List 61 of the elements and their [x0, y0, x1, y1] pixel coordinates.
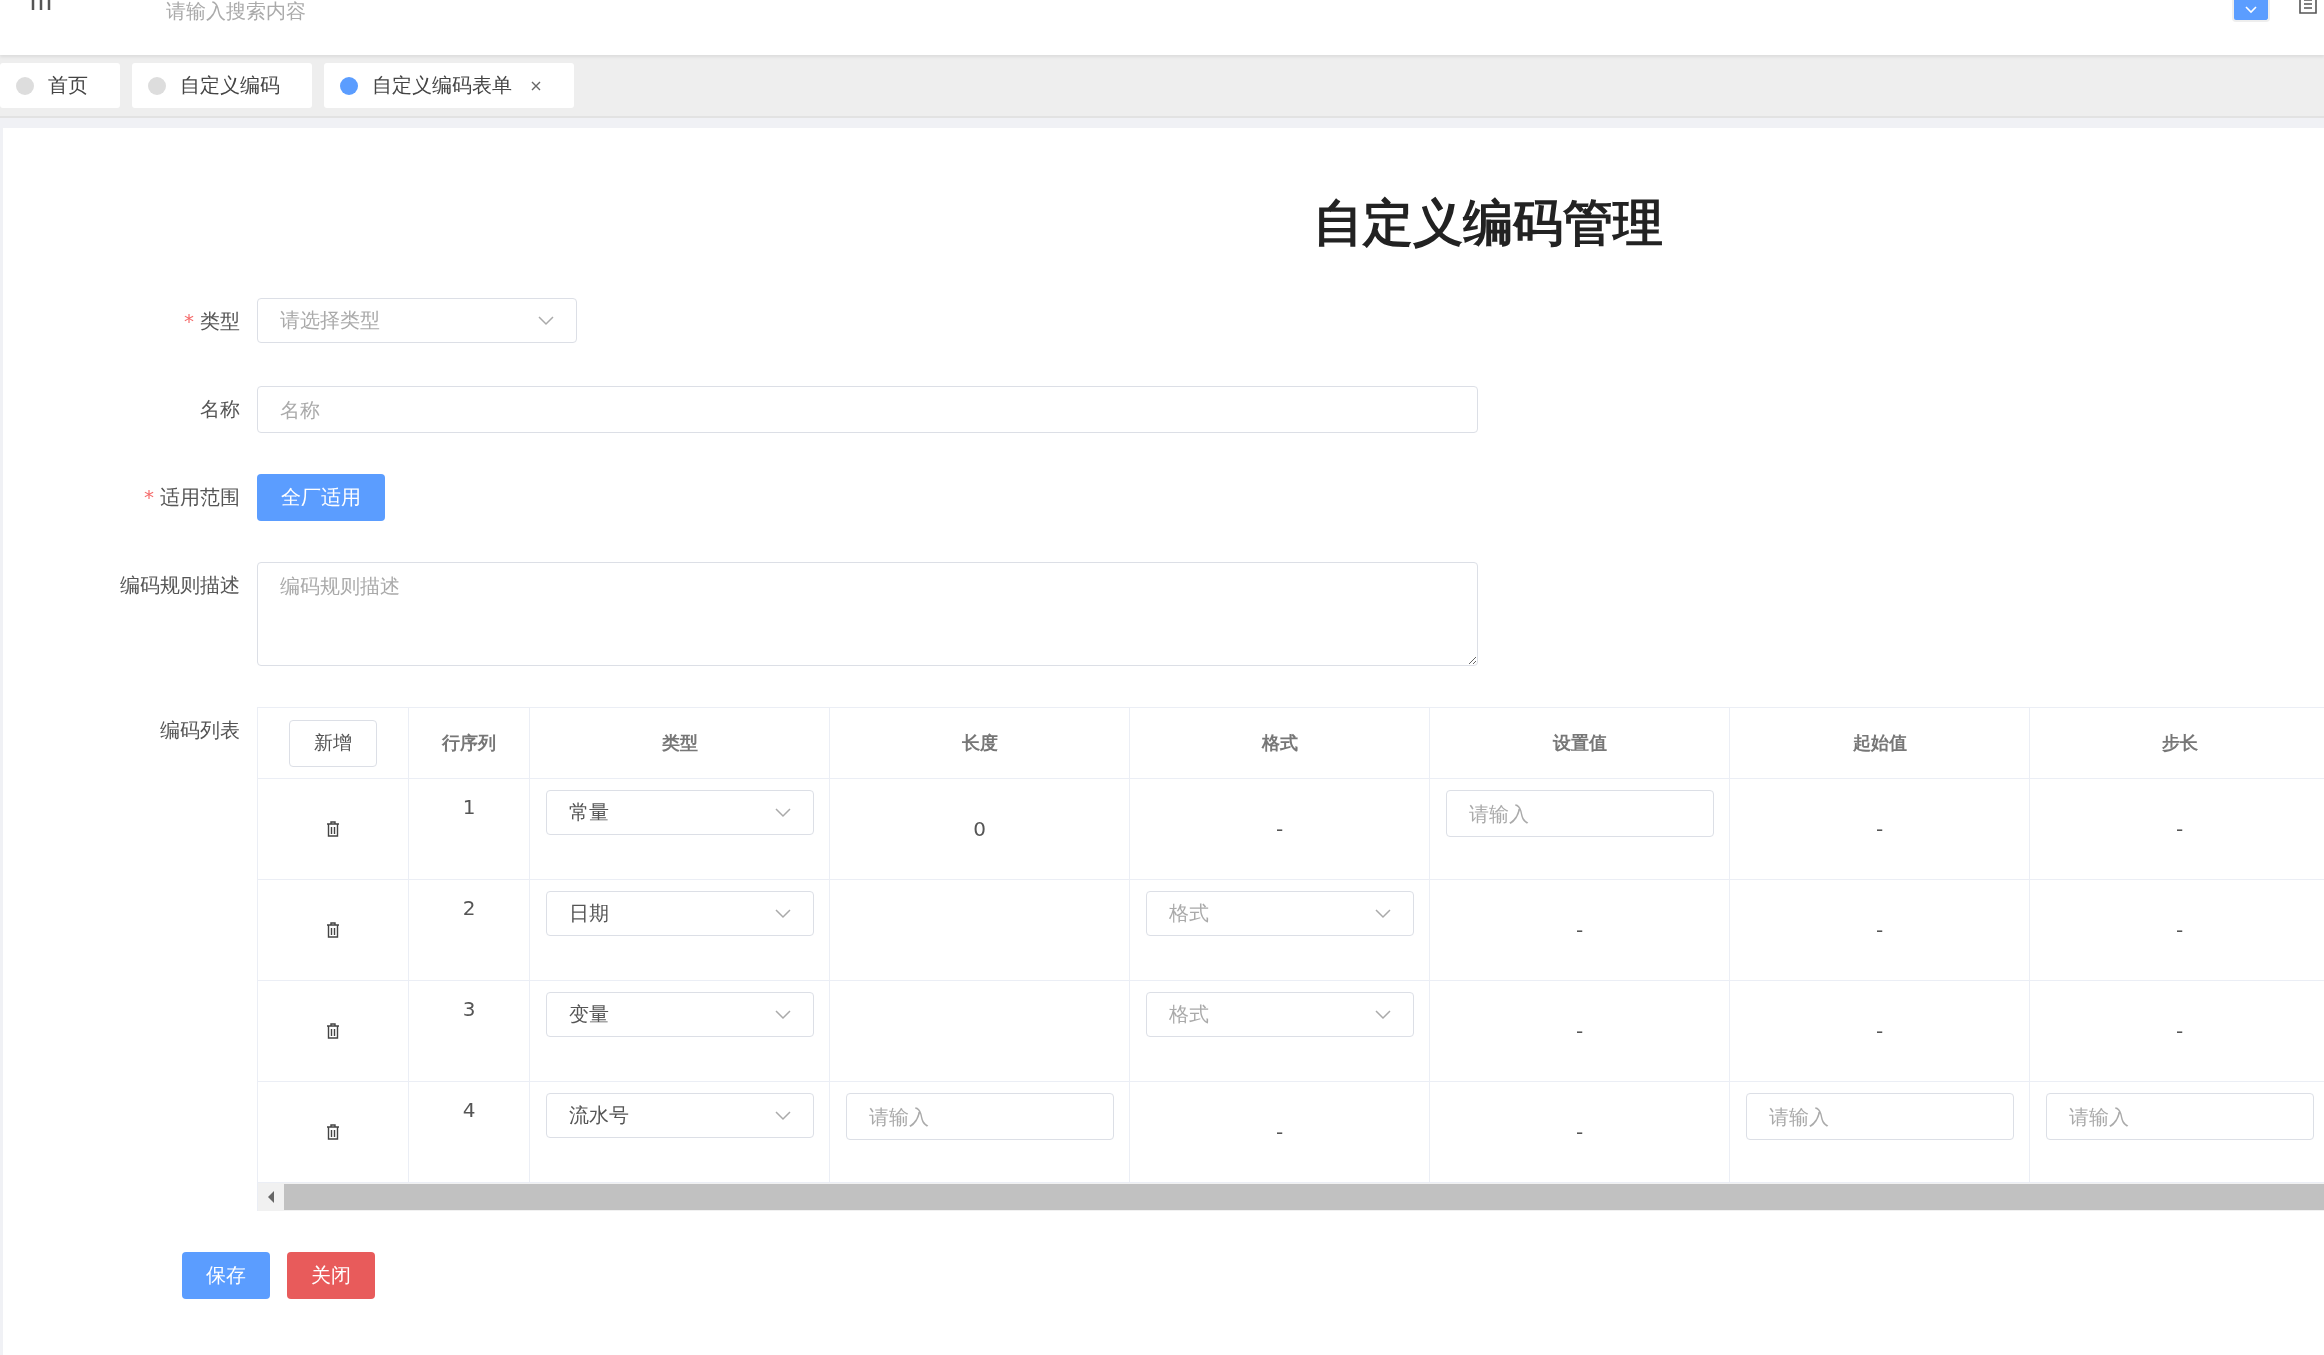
column-header: 步长: [2161, 731, 2198, 755]
input-field[interactable]: 请输入: [845, 1093, 1114, 1140]
trash-icon[interactable]: [326, 922, 340, 938]
field-label: 名称: [200, 397, 240, 421]
trash-icon[interactable]: [326, 821, 340, 837]
chevron-down-icon: [774, 908, 791, 919]
table-cell: -: [1275, 817, 1284, 841]
type-select[interactable]: 日期: [545, 891, 814, 936]
chevron-down-icon: [774, 1009, 791, 1020]
table-cell: -: [1875, 1019, 1884, 1043]
row-number: 1: [462, 795, 476, 819]
row-number: 4: [462, 1098, 476, 1122]
table-cell: -: [1575, 1019, 1584, 1043]
tab[interactable]: 首页: [0, 63, 120, 108]
row-number: 2: [462, 896, 476, 920]
required-mark: *: [144, 485, 154, 509]
search-field[interactable]: 请输入搜索内容: [164, 0, 468, 24]
column-header: 类型: [661, 731, 698, 755]
chevron-down-icon: [2243, 5, 2259, 15]
horizontal-scrollbar[interactable]: [258, 1183, 2324, 1211]
description-field[interactable]: 编码规则描述: [257, 562, 1478, 666]
tab[interactable]: 自定义编码表单: [324, 63, 574, 108]
row-number: 3: [462, 997, 476, 1021]
add-button[interactable]: 新增: [289, 719, 377, 767]
column-header: 设置值: [1552, 731, 1607, 755]
table-cell: -: [2175, 817, 2184, 841]
chevron-down-icon: [774, 1110, 791, 1121]
scroll-left-icon[interactable]: [266, 1190, 276, 1204]
field-label: 编码列表: [159, 717, 241, 744]
input-field[interactable]: 请输入: [1745, 1093, 2014, 1140]
chevron-down-icon: [1374, 908, 1391, 919]
trash-icon[interactable]: [326, 1023, 340, 1039]
type-select[interactable]: 常量: [545, 790, 814, 835]
column-header: 起始值: [1852, 731, 1907, 755]
chevron-down-icon: [774, 807, 791, 818]
table-cell: -: [1875, 918, 1884, 942]
page-title: 自定义编码管理: [1313, 193, 1664, 254]
type-select[interactable]: 变量: [545, 992, 814, 1037]
trash-icon[interactable]: [326, 1124, 340, 1140]
close-icon[interactable]: [530, 79, 542, 92]
field-label: 编码规则描述: [120, 573, 240, 597]
chevron-down-icon: [1374, 1009, 1391, 1020]
table-cell: -: [2175, 918, 2184, 942]
table-cell: 0: [973, 817, 986, 841]
table-cell: -: [2175, 1019, 2184, 1043]
field-label: 类型: [200, 309, 240, 333]
input-field[interactable]: 请输入: [2045, 1093, 2314, 1140]
field-label: 适用范围: [160, 485, 240, 509]
name-field[interactable]: 名称: [257, 386, 1478, 433]
column-header: 行序列: [442, 731, 496, 755]
input-field[interactable]: 请输入: [1445, 790, 1714, 837]
column-header: 格式: [1261, 731, 1298, 755]
column-header: 长度: [961, 731, 998, 755]
table-cell: -: [1875, 817, 1884, 841]
type-select[interactable]: 流水号: [545, 1093, 814, 1138]
tab[interactable]: 自定义编码: [132, 63, 312, 108]
table-cell: -: [1575, 918, 1584, 942]
chevron-down-icon: [538, 315, 554, 326]
required-mark: *: [184, 309, 194, 333]
table-cell: -: [1275, 1120, 1284, 1144]
table-cell: -: [1575, 1120, 1584, 1144]
